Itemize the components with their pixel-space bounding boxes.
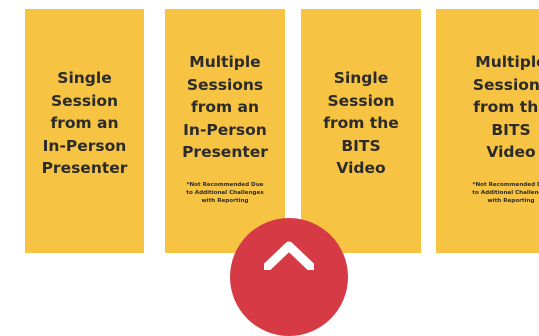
card-title: Single Session from the BITS Video — [323, 69, 399, 177]
card-title: Multiple Sessions from the BITS Video — [472, 53, 539, 161]
chevron-up-icon — [264, 241, 314, 270]
scroll-up-badge[interactable] — [230, 218, 348, 336]
card-note: *Not Recommended Due to Additional Chall… — [472, 182, 539, 204]
card-title: Single Session from an In-Person Present… — [41, 69, 128, 177]
card-note: *Not Recommended Due to Additional Chall… — [186, 182, 264, 204]
option-card-multiple-sessions-in-person[interactable]: Multiple Sessions from an In-Person Pres… — [165, 9, 285, 253]
option-card-single-session-in-person[interactable]: Single Session from an In-Person Present… — [25, 9, 144, 253]
option-card-single-session-bits-video[interactable]: Single Session from the BITS Video — [301, 9, 421, 253]
option-card-multiple-sessions-bits-video[interactable]: Multiple Sessions from the BITS Video *N… — [436, 9, 539, 253]
card-title: Multiple Sessions from an In-Person Pres… — [182, 53, 268, 161]
